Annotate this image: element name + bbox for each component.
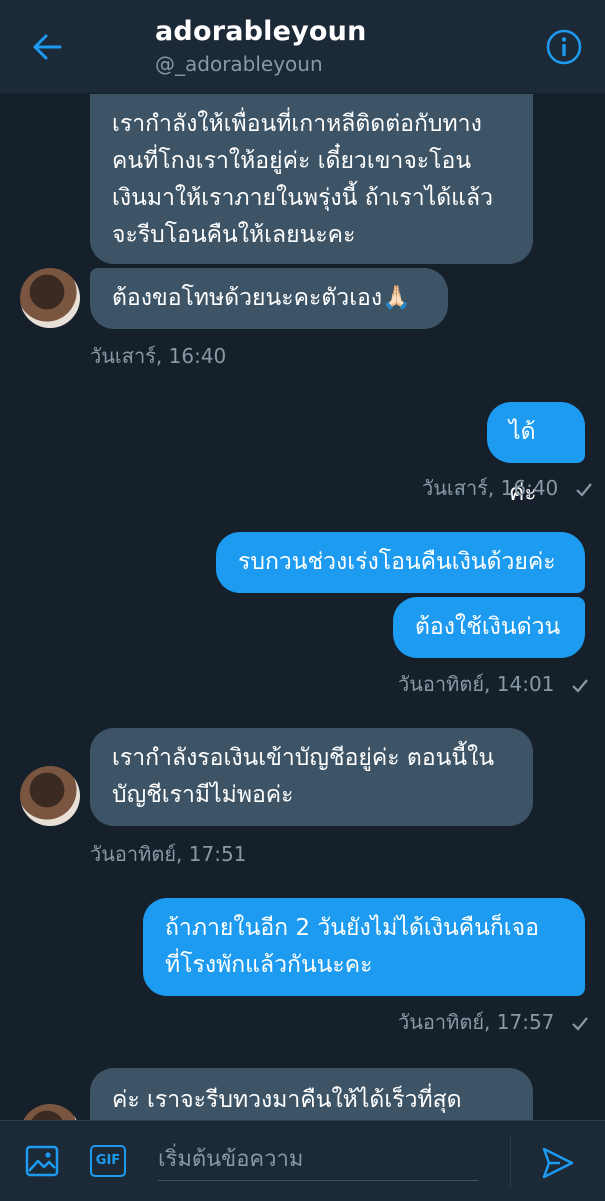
message-bubble-outgoing[interactable]: ได้ค่ะ: [487, 402, 585, 506]
conversation-header: adorableyoun @_adorableyoun: [0, 0, 605, 93]
conversation-title[interactable]: adorableyoun: [155, 16, 367, 47]
message-timestamp: วันอาทิตย์, 17:57: [398, 1006, 589, 1038]
checkmark-icon: [571, 678, 588, 693]
back-arrow-icon[interactable]: [30, 30, 64, 64]
message-bubble-outgoing[interactable]: รบกวนช่วงเร่งโอนคืนเงินด้วยค่ะ: [216, 532, 585, 593]
message-bubble-outgoing[interactable]: ถ้าภายในอีก 2 วันยังไม่ได้เงินคืนก็เจอ ท…: [143, 898, 585, 996]
message-input[interactable]: เริ่มต้นข้อความ: [158, 1141, 478, 1181]
avatar[interactable]: [20, 766, 80, 826]
message-text: รบกวนช่วงเร่งโอนคืนเงินด้วยค่ะ: [238, 549, 556, 575]
checkmark-icon: [575, 482, 592, 497]
message-text: ต้องใช้เงินด่วน: [415, 614, 561, 640]
message-timestamp: วันอาทิตย์, 14:01: [398, 668, 589, 700]
message-text: ต้องขอโทษด้วยนะคะตัวเอง🙏🏻: [112, 285, 411, 311]
message-text: ถ้าภายในอีก 2 วันยังไม่ได้เงินคืนก็เจอ ท…: [165, 915, 539, 978]
gif-button[interactable]: GIF: [90, 1145, 126, 1177]
message-timestamp: วันเสาร์, 16:40: [422, 472, 593, 504]
message-text: เรากำลังให้เพื่อนที่เกาหลีติดต่อกับทาง ค…: [112, 111, 494, 248]
checkmark-icon: [571, 1016, 588, 1031]
message-text: ค่ะ เราจะรีบทวงมาคืนให้ได้เร็วที่สุด: [112, 1087, 462, 1113]
avatar[interactable]: [20, 268, 80, 328]
image-icon[interactable]: [24, 1143, 60, 1179]
message-text: เรากำลังรอเงินเข้าบัญชีอยู่ค่ะ ตอนนี้ใน …: [112, 745, 495, 808]
message-bubble-outgoing[interactable]: ต้องใช้เงินด่วน: [393, 597, 585, 658]
message-bubble-incoming[interactable]: เรากำลังรอเงินเข้าบัญชีอยู่ค่ะ ตอนนี้ใน …: [90, 728, 533, 826]
message-bubble-incoming[interactable]: ต้องขอโทษด้วยนะคะตัวเอง🙏🏻: [90, 268, 448, 329]
conversation-handle: @_adorableyoun: [155, 52, 323, 76]
divider: [510, 1135, 511, 1187]
message-bubble-incoming[interactable]: เรากำลังให้เพื่อนที่เกาหลีติดต่อกับทาง ค…: [90, 94, 533, 264]
info-icon[interactable]: [545, 28, 583, 66]
message-timestamp: วันเสาร์, 16:40: [90, 344, 227, 368]
message-composer: GIF เริ่มต้นข้อความ: [0, 1120, 605, 1201]
conversation: เรากำลังให้เพื่อนที่เกาหลีติดต่อกับทาง ค…: [0, 0, 605, 1200]
message-timestamp: วันอาทิตย์, 17:51: [90, 842, 247, 866]
send-icon[interactable]: [540, 1145, 576, 1181]
